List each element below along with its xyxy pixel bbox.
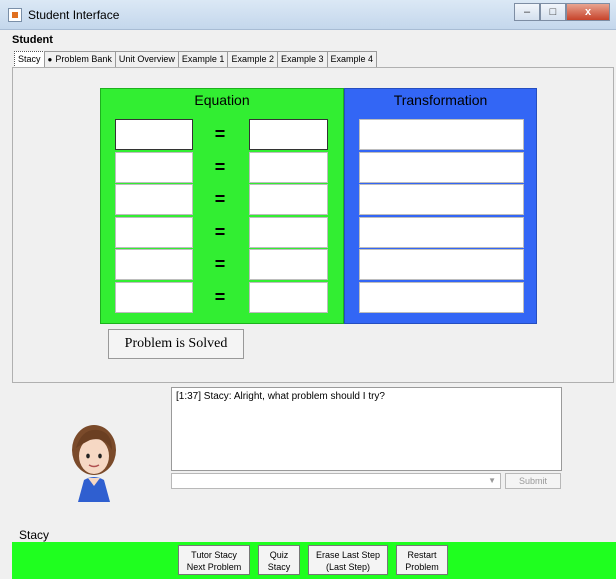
- transformation-input[interactable]: [359, 281, 524, 313]
- quiz-button[interactable]: Quiz Stacy: [258, 545, 300, 575]
- tab-label: Example 1: [181, 54, 225, 64]
- right-side-input[interactable]: [249, 184, 328, 215]
- agent-name-label: Stacy: [19, 528, 50, 542]
- left-side-input[interactable]: [115, 184, 193, 215]
- button-line: Problem: [405, 562, 439, 572]
- chat-log: [1:37] Stacy: Alright, what problem shou…: [171, 387, 562, 471]
- tab-stacy[interactable]: Stacy: [14, 51, 45, 68]
- tab-unit-overview[interactable]: Unit Overview: [114, 51, 179, 67]
- right-side-input[interactable]: [249, 249, 328, 280]
- window-title-bar[interactable]: Student Interface – □ x: [0, 0, 616, 30]
- button-line: Quiz: [269, 550, 289, 560]
- tab-label: Example 2: [231, 54, 274, 64]
- chat-message: [1:37] Stacy: Alright, what problem shou…: [176, 391, 385, 402]
- left-side-input[interactable]: [115, 119, 193, 150]
- equals-sign: =: [214, 156, 226, 177]
- tab-label: Problem Bank: [55, 54, 112, 64]
- button-line: (Last Step): [325, 562, 371, 572]
- tab-example-3[interactable]: Example 3: [276, 51, 328, 67]
- problem-solved-button[interactable]: Problem is Solved: [108, 329, 244, 359]
- right-side-input[interactable]: [249, 119, 328, 150]
- restart-problem-button[interactable]: Restart Problem: [396, 545, 448, 575]
- button-line: Erase Last Step: [315, 550, 381, 560]
- tab-example-4[interactable]: Example 4: [326, 51, 378, 67]
- chat-input[interactable]: ▼: [171, 473, 501, 489]
- girl-avatar-icon: [72, 425, 116, 502]
- java-app-icon: [8, 8, 22, 22]
- transformation-input[interactable]: [359, 249, 524, 280]
- equals-sign: =: [214, 221, 226, 242]
- left-side-input[interactable]: [115, 249, 193, 280]
- right-side-input[interactable]: [249, 216, 328, 248]
- tutor-next-problem-button[interactable]: Tutor Stacy Next Problem: [178, 545, 250, 575]
- equals-sign: =: [214, 124, 226, 144]
- right-side-input[interactable]: [249, 281, 328, 313]
- action-bar: Tutor Stacy Next Problem Quiz Stacy Eras…: [12, 542, 616, 579]
- tab-label: Example 4: [330, 54, 374, 64]
- left-side-input[interactable]: [115, 216, 193, 248]
- transformation-input[interactable]: [359, 184, 524, 215]
- equals-sign: =: [214, 189, 226, 209]
- left-side-input[interactable]: [115, 151, 193, 183]
- minimize-button[interactable]: –: [514, 3, 540, 21]
- tab-example-1[interactable]: Example 1: [177, 51, 229, 67]
- close-button[interactable]: x: [566, 3, 610, 21]
- pin-icon: ●: [47, 55, 53, 64]
- tab-bar: Stacy ● Problem Bank Unit Overview Exampl…: [14, 51, 378, 68]
- equals-sign: =: [214, 286, 226, 307]
- dropdown-arrow-icon[interactable]: ▼: [488, 476, 496, 485]
- right-side-input[interactable]: [249, 151, 328, 183]
- button-line: Stacy: [267, 562, 291, 572]
- left-side-input[interactable]: [115, 281, 193, 313]
- transformation-input[interactable]: [359, 216, 524, 248]
- tab-label: Stacy: [18, 54, 41, 64]
- window-title: Student Interface: [28, 8, 120, 22]
- equals-sign: =: [214, 254, 226, 274]
- button-line: Tutor Stacy: [191, 550, 237, 560]
- erase-last-step-button[interactable]: Erase Last Step (Last Step): [308, 545, 388, 575]
- transformation-heading: Transformation: [393, 92, 488, 108]
- equation-heading: Equation: [194, 92, 250, 108]
- transformation-input[interactable]: [359, 119, 524, 150]
- maximize-button[interactable]: □: [540, 3, 566, 21]
- tab-label: Example 3: [280, 54, 324, 64]
- button-line: Restart: [407, 550, 437, 560]
- student-menu[interactable]: Student: [12, 34, 53, 46]
- tab-label: Unit Overview: [118, 54, 175, 64]
- tab-problem-bank[interactable]: ● Problem Bank: [43, 51, 116, 67]
- button-line: Next Problem: [186, 562, 242, 572]
- submit-button[interactable]: Submit: [505, 473, 561, 489]
- transformation-input[interactable]: [359, 151, 524, 183]
- tab-example-2[interactable]: Example 2: [227, 51, 278, 67]
